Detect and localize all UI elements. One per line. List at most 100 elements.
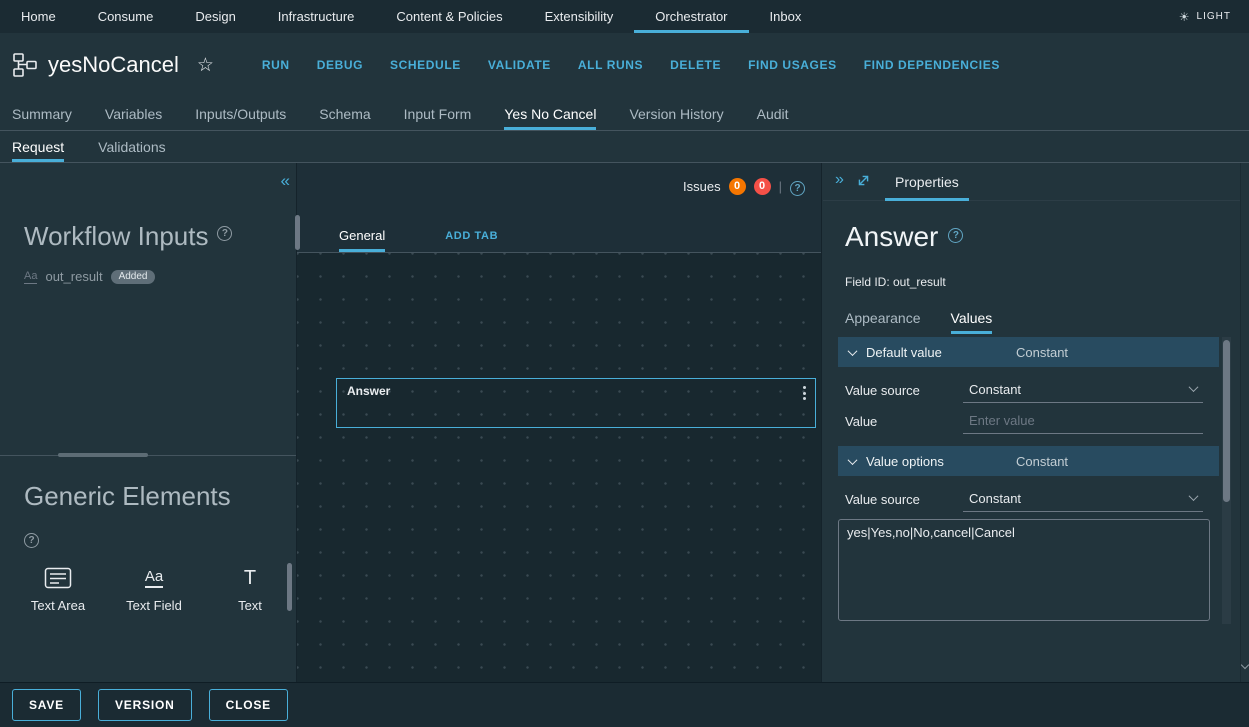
form-element-label: Answer bbox=[347, 384, 390, 398]
text-icon: T bbox=[244, 565, 256, 591]
favorite-star-icon[interactable]: ☆ bbox=[197, 54, 214, 77]
run-button[interactable]: RUN bbox=[262, 58, 290, 72]
section-mode-label: Constant bbox=[1016, 454, 1068, 469]
subtab-validations[interactable]: Validations bbox=[98, 131, 165, 162]
expand-panel-icon[interactable] bbox=[856, 173, 871, 188]
nav-item-extensibility[interactable]: Extensibility bbox=[524, 0, 635, 33]
nav-item-home[interactable]: Home bbox=[0, 0, 77, 33]
properties-body: Default value Constant Value source Cons… bbox=[838, 337, 1219, 633]
scroll-down-arrow-icon[interactable] bbox=[1241, 661, 1249, 669]
tab-properties[interactable]: Properties bbox=[885, 163, 969, 201]
element-label: Text Area bbox=[31, 598, 85, 613]
tab-yes-no-cancel[interactable]: Yes No Cancel bbox=[504, 97, 596, 130]
properties-tabs: Appearance Values bbox=[845, 301, 992, 334]
default-value-fields: Value source Constant Value bbox=[838, 367, 1219, 446]
theme-toggle[interactable]: ☀ LIGHT bbox=[1179, 0, 1249, 33]
chevron-down-icon bbox=[848, 455, 858, 465]
all-runs-button[interactable]: ALL RUNS bbox=[578, 58, 643, 72]
add-tab-button[interactable]: ADD TAB bbox=[445, 219, 498, 252]
chevron-down-icon bbox=[1189, 382, 1199, 392]
error-count-badge[interactable]: 0 bbox=[754, 178, 771, 195]
debug-button[interactable]: DEBUG bbox=[317, 58, 363, 72]
tab-general[interactable]: General bbox=[339, 219, 385, 252]
value-source-select[interactable]: Constant bbox=[963, 378, 1203, 403]
save-button[interactable]: SAVE bbox=[12, 689, 81, 721]
tab-audit[interactable]: Audit bbox=[757, 97, 789, 130]
workflow-title: yesNoCancel bbox=[48, 52, 179, 78]
validate-button[interactable]: VALIDATE bbox=[488, 58, 551, 72]
tab-inputs-outputs[interactable]: Inputs/Outputs bbox=[195, 97, 286, 130]
text-field-icon: Aa bbox=[145, 565, 163, 591]
element-text[interactable]: T Text bbox=[208, 565, 292, 613]
generic-elements-help-icon[interactable]: ? bbox=[24, 533, 39, 548]
find-dependencies-button[interactable]: FIND DEPENDENCIES bbox=[864, 58, 1000, 72]
tab-input-form[interactable]: Input Form bbox=[404, 97, 472, 130]
value-options-textarea[interactable]: yes|Yes,no|No,cancel|Cancel bbox=[838, 519, 1210, 621]
chevron-down-icon bbox=[848, 346, 858, 356]
theme-toggle-label: LIGHT bbox=[1197, 11, 1231, 22]
nav-item-design[interactable]: Design bbox=[174, 0, 256, 33]
subtab-request[interactable]: Request bbox=[12, 131, 64, 162]
tab-variables[interactable]: Variables bbox=[105, 97, 162, 130]
delete-button[interactable]: DELETE bbox=[670, 58, 721, 72]
nav-item-content-policies[interactable]: Content & Policies bbox=[375, 0, 523, 33]
tab-values[interactable]: Values bbox=[951, 301, 993, 334]
properties-panel: » Properties Answer ? Field ID: out_resu… bbox=[823, 163, 1240, 682]
tab-appearance[interactable]: Appearance bbox=[845, 301, 921, 334]
generic-elements-scrollbar[interactable] bbox=[287, 563, 292, 611]
properties-scrollbar[interactable] bbox=[1222, 337, 1231, 624]
properties-help-icon[interactable]: ? bbox=[948, 228, 963, 243]
workflow-input-item[interactable]: Aa out_result Added bbox=[24, 269, 155, 284]
element-text-field[interactable]: Aa Text Field bbox=[112, 565, 196, 613]
form-element-answer[interactable]: Answer bbox=[336, 378, 816, 428]
close-button[interactable]: CLOSE bbox=[209, 689, 288, 721]
added-badge: Added bbox=[111, 270, 156, 284]
value-source-label: Value source bbox=[838, 383, 963, 398]
generic-elements-heading: Generic Elements bbox=[24, 481, 231, 512]
nav-item-infrastructure[interactable]: Infrastructure bbox=[257, 0, 376, 33]
tab-version-history[interactable]: Version History bbox=[629, 97, 723, 130]
panel-resize-divider[interactable] bbox=[0, 455, 296, 456]
left-panel: « Workflow Inputs ? Aa out_result Added … bbox=[0, 163, 296, 682]
workflow-tabs: Summary Variables Inputs/Outputs Schema … bbox=[0, 97, 1249, 131]
resize-handle[interactable] bbox=[58, 453, 148, 457]
element-label: Text Field bbox=[126, 598, 182, 613]
page-scrollbar[interactable] bbox=[1240, 163, 1249, 682]
section-title: Value options bbox=[866, 454, 1016, 469]
tab-schema[interactable]: Schema bbox=[319, 97, 370, 130]
form-canvas[interactable]: Answer bbox=[297, 253, 821, 682]
workflow-inputs-help-icon[interactable]: ? bbox=[217, 226, 232, 241]
element-text-area[interactable]: Text Area bbox=[16, 565, 100, 613]
nav-item-consume[interactable]: Consume bbox=[77, 0, 175, 33]
text-area-icon bbox=[44, 565, 72, 591]
schedule-button[interactable]: SCHEDULE bbox=[390, 58, 461, 72]
tab-summary[interactable]: Summary bbox=[12, 97, 72, 130]
collapse-panel-icon[interactable]: « bbox=[281, 171, 290, 191]
value-input[interactable] bbox=[963, 409, 1203, 434]
options-value-source-selected: Constant bbox=[969, 491, 1021, 506]
nav-item-orchestrator[interactable]: Orchestrator bbox=[634, 0, 748, 33]
value-label: Value bbox=[838, 414, 963, 429]
field-id-label: Field ID: out_result bbox=[845, 275, 946, 289]
left-panel-scrollbar[interactable] bbox=[295, 215, 300, 250]
footer-bar: SAVE VERSION CLOSE bbox=[0, 682, 1249, 727]
value-options-fields: Value source Constant yes|Yes,no|No,canc… bbox=[838, 476, 1219, 633]
properties-scroll-thumb[interactable] bbox=[1223, 340, 1230, 502]
value-row: Value bbox=[838, 408, 1219, 434]
nav-item-inbox[interactable]: Inbox bbox=[749, 0, 823, 33]
form-canvas-panel: Issues 0 0 | ? General ADD TAB Answer bbox=[296, 163, 822, 682]
value-source-row: Value source Constant bbox=[838, 377, 1219, 403]
canvas-help-icon[interactable]: ? bbox=[790, 181, 805, 196]
version-button[interactable]: VERSION bbox=[98, 689, 192, 721]
value-options-section-header[interactable]: Value options Constant bbox=[838, 446, 1219, 476]
value-source-selected: Constant bbox=[969, 382, 1021, 397]
default-value-section-header[interactable]: Default value Constant bbox=[838, 337, 1219, 367]
warning-count-badge[interactable]: 0 bbox=[729, 178, 746, 195]
find-usages-button[interactable]: FIND USAGES bbox=[748, 58, 837, 72]
element-menu-icon[interactable] bbox=[803, 386, 806, 400]
collapse-properties-icon[interactable]: » bbox=[835, 171, 844, 189]
section-title: Default value bbox=[866, 345, 1016, 360]
canvas-tabs: General ADD TAB bbox=[297, 219, 821, 253]
workflow-header: yesNoCancel ☆ RUN DEBUG SCHEDULE VALIDAT… bbox=[0, 33, 1249, 97]
options-value-source-select[interactable]: Constant bbox=[963, 487, 1203, 512]
